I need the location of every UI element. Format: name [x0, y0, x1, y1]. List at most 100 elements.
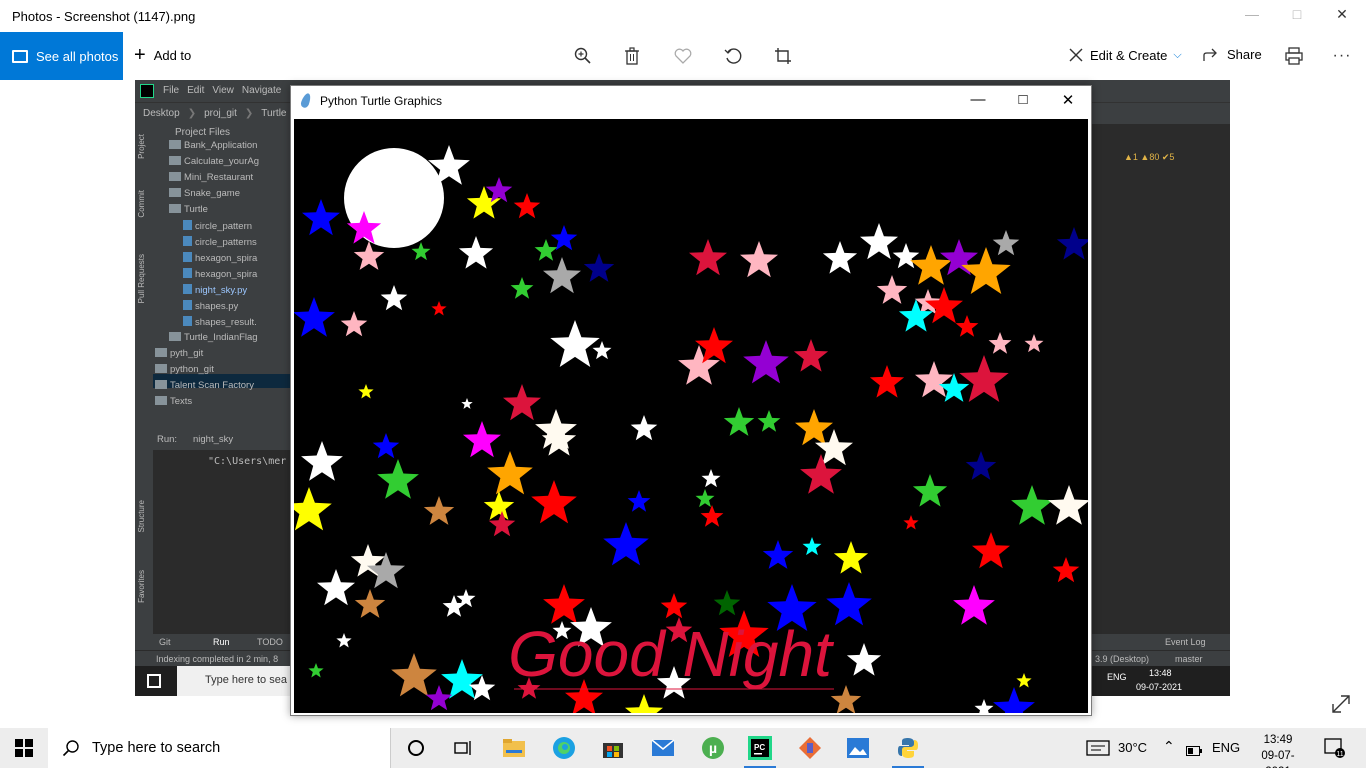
tree-item-label: pyth_git	[170, 348, 204, 359]
pycharm-icon[interactable]: PC	[740, 732, 780, 768]
interpreter-status[interactable]: 3.9 (Desktop)	[1095, 654, 1149, 664]
clock-date: 09-07-2021	[1261, 750, 1295, 768]
stripe-structure[interactable]: Structure	[137, 500, 146, 532]
tree-folder[interactable]: Texts	[155, 396, 192, 407]
notification-center-icon[interactable]: 11	[1324, 738, 1346, 763]
chevron-down-icon: ⌵	[1173, 48, 1182, 61]
inspection-summary[interactable]: ▲1 ▲80 ✔5	[1124, 152, 1174, 163]
project-panel: Project Files Bank_Application Calculate_…	[153, 124, 290, 430]
notification-count: 11	[1336, 751, 1343, 758]
zoom-icon[interactable]	[571, 44, 595, 68]
expand-icon[interactable]	[1331, 694, 1351, 719]
plus-icon: +	[134, 44, 146, 66]
taskbar-search-box[interactable]: Type here to search	[48, 728, 391, 768]
menu-navigate[interactable]: Navigate	[242, 85, 281, 96]
close-button[interactable]: ✕	[1327, 6, 1357, 26]
tree-folder[interactable]: pyth_git	[155, 348, 203, 359]
python-icon[interactable]	[888, 732, 928, 768]
start-button[interactable]	[0, 728, 48, 768]
run-label: Run:	[157, 434, 178, 445]
weather-icon	[1086, 740, 1110, 756]
delete-icon[interactable]	[620, 44, 644, 68]
menu-edit[interactable]: Edit	[187, 85, 204, 96]
git-kraken-icon[interactable]	[790, 732, 830, 764]
window-title: Photos - Screenshot (1147).png	[12, 9, 196, 24]
see-all-photos-label: See all photos	[36, 48, 119, 64]
stripe-project[interactable]: Project	[137, 134, 146, 159]
tree-folder[interactable]: Calculate_yourAg	[169, 156, 259, 167]
tree-item-label: Bank_Application	[184, 140, 258, 151]
microsoft-store-icon[interactable]	[593, 732, 633, 764]
folder-icon	[155, 380, 167, 389]
clock-time: 13:49	[1263, 734, 1293, 746]
turtle-minimize-button[interactable]: —	[963, 91, 993, 111]
see-all-photos-button[interactable]: See all photos	[0, 32, 123, 80]
breadcrumb-item[interactable]: Desktop	[143, 108, 180, 119]
favorite-heart-icon[interactable]	[671, 44, 695, 68]
stripe-commit[interactable]: Commit	[137, 190, 146, 218]
tree-item-label: shapes.py	[195, 301, 239, 312]
breadcrumb-item[interactable]: Turtle	[261, 108, 286, 119]
bottom-tab-git[interactable]: Git	[159, 637, 171, 647]
inner-lang: ENG	[1107, 672, 1127, 682]
maximize-button[interactable]: □	[1282, 6, 1312, 26]
weather-widget[interactable]	[1086, 738, 1110, 763]
inner-search-box: Type here to sea	[177, 666, 297, 696]
tree-folder[interactable]: python_git	[155, 364, 214, 375]
search-placeholder: Type here to search	[92, 740, 221, 756]
tree-file[interactable]: hexagon_spira	[183, 268, 257, 280]
stripe-pull-requests[interactable]: Pull Requests	[137, 254, 146, 303]
tree-folder[interactable]: Mini_Restaurant	[169, 172, 253, 183]
tree-file[interactable]: shapes_result.	[183, 316, 257, 328]
tree-file[interactable]: shapes.py	[183, 300, 238, 312]
run-panel: Run: night_sky "C:\Users\mer	[153, 430, 290, 634]
stripe-favorites[interactable]: Favorites	[137, 570, 146, 603]
taskbar-clock[interactable]: 13:49 09-07-2021	[1250, 732, 1306, 768]
tree-item-label: Mini_Restaurant	[184, 172, 254, 183]
menu-file[interactable]: File	[163, 85, 179, 96]
edge-browser-icon[interactable]	[544, 732, 584, 764]
print-icon[interactable]	[1282, 44, 1306, 68]
language-indicator[interactable]: ENG	[1212, 740, 1240, 755]
share-icon	[1203, 48, 1217, 61]
turtle-close-button[interactable]: ✕	[1053, 91, 1083, 111]
tree-item-label: hexagon_spira	[195, 253, 258, 264]
task-view-icon[interactable]	[443, 732, 483, 764]
chevron-up-icon[interactable]: ⌃	[1163, 738, 1175, 755]
tree-folder[interactable]: Turtle_IndianFlag	[169, 332, 258, 343]
more-options-icon[interactable]: ···	[1330, 44, 1354, 68]
python-file-icon	[183, 220, 192, 230]
menu-view[interactable]: View	[212, 85, 234, 96]
cortana-icon[interactable]	[396, 732, 436, 764]
mail-icon[interactable]	[643, 732, 683, 764]
tree-item-label: Turtle_IndianFlag	[184, 332, 258, 343]
tree-folder[interactable]: Talent Scan Factory	[155, 380, 254, 391]
tree-folder[interactable]: Turtle	[169, 204, 208, 215]
crop-icon[interactable]	[771, 44, 795, 68]
add-to-button[interactable]: + Add to	[134, 44, 191, 66]
branch-status[interactable]: master	[1175, 654, 1203, 664]
tree-file[interactable]: circle_patterns	[183, 236, 257, 248]
photos-toolbar: See all photos + Add to Edit & Create ⌵ …	[0, 32, 1366, 80]
event-log-button[interactable]: Event Log	[1165, 637, 1206, 647]
tree-folder[interactable]: Bank_Application	[169, 140, 257, 151]
tree-file[interactable]: night_sky.py	[183, 284, 247, 296]
share-button[interactable]: Share	[1203, 47, 1262, 62]
weather-temp[interactable]: 30°C	[1118, 740, 1147, 755]
run-tab-night-sky[interactable]: night_sky	[193, 434, 233, 445]
tree-file[interactable]: circle_pattern	[183, 220, 252, 232]
rotate-icon[interactable]	[721, 44, 745, 68]
edit-create-button[interactable]: Edit & Create ⌵	[1068, 47, 1182, 63]
photos-app-icon[interactable]	[838, 732, 878, 764]
breadcrumb-item[interactable]: proj_git	[204, 108, 237, 119]
tree-file[interactable]: hexagon_spira	[183, 252, 257, 264]
tree-folder[interactable]: Snake_game	[169, 188, 240, 199]
file-explorer-icon[interactable]	[494, 732, 534, 764]
turtle-maximize-button[interactable]: □	[1008, 91, 1038, 111]
bottom-tab-todo[interactable]: TODO	[257, 637, 283, 647]
minimize-button[interactable]: —	[1237, 6, 1267, 26]
battery-icon[interactable]	[1186, 743, 1202, 761]
bottom-tab-run[interactable]: Run	[213, 637, 230, 647]
utorrent-icon[interactable]: µ	[693, 732, 733, 764]
folder-icon	[169, 140, 181, 149]
